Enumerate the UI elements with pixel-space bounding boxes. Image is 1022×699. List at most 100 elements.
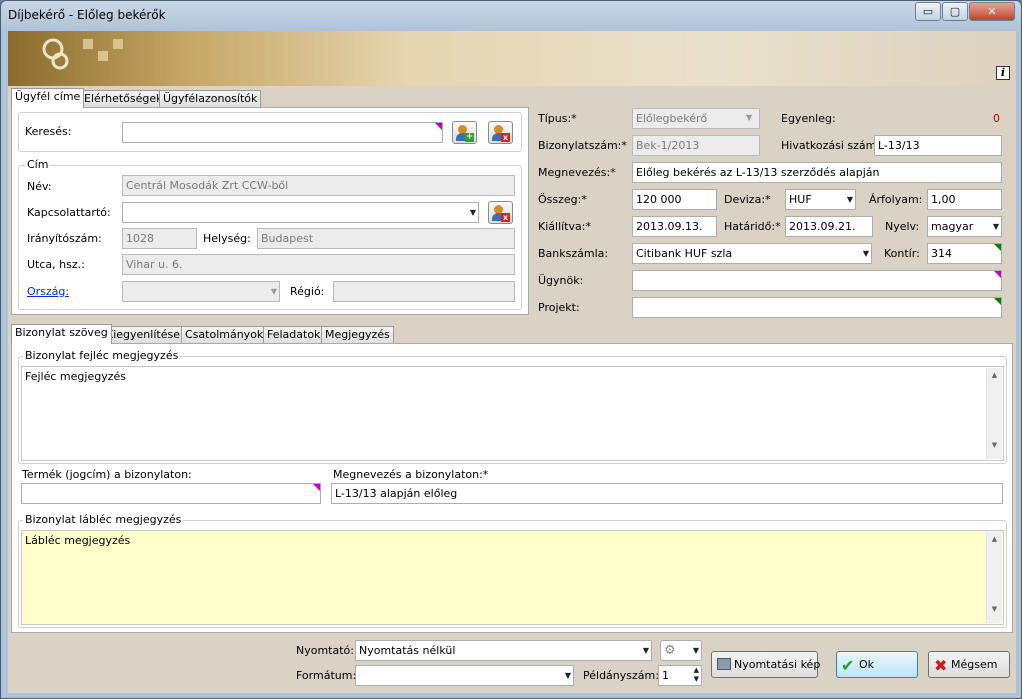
tab-contacts[interactable]: Elérhetőségek (80, 90, 167, 108)
add-client-button[interactable]: + (452, 121, 477, 144)
amount-label: Összeg:* (538, 193, 587, 206)
street-label: Utca, hsz.: (27, 258, 85, 271)
delete-icon: x (501, 133, 510, 142)
docno-field: Bek-1/2013 (632, 135, 760, 156)
client-area: i Ügyfél címe Elérhetőségek Ügyfélazonos… (8, 31, 1016, 693)
project-label: Projekt: (538, 301, 580, 314)
contact-label: Kapcsolattartó: (27, 206, 111, 219)
due-field[interactable]: 2013.09.21. (785, 216, 873, 237)
copies-stepper[interactable]: 1 ▲ ▼ (658, 665, 702, 686)
footer-note-text: Lábléc megjegyzés (25, 534, 131, 547)
print-preview-label: Nyomtatási kép (734, 658, 821, 671)
printer-select[interactable]: Nyomtatás nélkül ▼ (355, 640, 652, 661)
address-group-title: Cím (25, 158, 51, 171)
agent-label: Ügynök: (538, 274, 584, 287)
search-input[interactable] (122, 122, 443, 143)
bank-select[interactable]: Citibank HUF szla ▼ (632, 243, 872, 264)
printer-label: Nyomtató: (296, 644, 354, 657)
type-label: Típus:* (538, 112, 577, 125)
chevron-down-icon: ▼ (746, 113, 753, 122)
scrollbar[interactable]: ▲ ▼ (986, 368, 1002, 459)
close-button[interactable]: ✕ (969, 2, 1015, 21)
stepper-arrows-icon: ▲ ▼ (693, 666, 699, 683)
app-window: Díjbekérő - Előleg bekérők ▭ ▢ ✕ i Ügyfé… (0, 0, 1022, 699)
bank-value: Citibank HUF szla (636, 247, 733, 260)
tab-client-ids[interactable]: Ügyfélazonosítók (159, 90, 262, 108)
country-select: ▼ (122, 281, 280, 302)
issued-label: Kiállítva:* (538, 220, 591, 233)
banner-logo: i (8, 31, 1016, 86)
tab-payments[interactable]: Kiegyenlítések (102, 326, 191, 344)
docname-label: Megnevezés:* (538, 166, 616, 179)
tab-doc-text[interactable]: Bizonylat szöveg (11, 324, 112, 344)
scrollbar[interactable]: ▲ ▼ (986, 532, 1002, 623)
chevron-down-icon: ▼ (564, 671, 571, 680)
chevron-down-icon: ▼ (469, 208, 476, 217)
lang-value: magyar (931, 220, 974, 233)
tab-attachments[interactable]: Csatolmányok (181, 326, 268, 344)
remove-client-button[interactable]: x (488, 121, 513, 144)
zip-field: 1028 (122, 228, 197, 249)
chevron-down-icon: ▼ (862, 249, 869, 258)
rate-field[interactable]: 1,00 (927, 189, 1002, 210)
tab-client-address[interactable]: Ügyfél címe (11, 88, 85, 108)
agent-field[interactable] (632, 270, 1002, 291)
footer-note-textarea[interactable]: Lábléc megjegyzés ▲ ▼ (21, 530, 1004, 625)
docname-print-field[interactable]: L-13/13 alapján előleg (331, 483, 1003, 504)
chevron-down-icon: ▼ (846, 195, 853, 204)
header-note-text: Fejléc megjegyzés (25, 370, 126, 383)
docname-field[interactable]: Előleg bekérés az L-13/13 szerződés alap… (632, 162, 1002, 183)
header-note-title: Bizonylat fejléc megjegyzés (23, 349, 181, 362)
text-panel: Bizonylat fejléc megjegyzés Fejléc megje… (11, 343, 1013, 633)
tab-notes[interactable]: Megjegyzés (321, 326, 394, 344)
format-label: Formátum: (296, 669, 357, 682)
country-link[interactable]: Ország: (27, 285, 69, 299)
ok-button[interactable]: ✔ Ok (836, 651, 918, 678)
format-select[interactable]: ▼ (355, 665, 574, 686)
header-note-textarea[interactable]: Fejléc megjegyzés ▲ ▼ (21, 366, 1004, 461)
lang-select[interactable]: magyar ▼ (927, 216, 1002, 237)
amount-field[interactable]: 120 000 (632, 189, 717, 210)
cancel-button[interactable]: ✖ Mégsem (928, 651, 1010, 678)
cancel-icon: ✖ (934, 656, 948, 675)
product-field[interactable] (21, 483, 321, 504)
project-field[interactable] (632, 297, 1002, 318)
tab-tasks[interactable]: Feladatok (263, 326, 325, 344)
chevron-down-icon: ▼ (692, 646, 699, 655)
logo-pattern (42, 38, 123, 70)
type-select: Előlegbekérő (632, 108, 760, 129)
city-field: Budapest (257, 228, 515, 249)
print-preview-button[interactable]: Nyomtatási kép (711, 651, 821, 678)
bank-label: Bankszámla: (538, 247, 609, 260)
rate-label: Árfolyam: (869, 193, 923, 206)
ref-label: Hivatkozási szám: (781, 139, 881, 152)
check-icon: ✔ (841, 656, 855, 675)
currency-select[interactable]: HUF ▼ (785, 189, 856, 210)
lang-label: Nyelv: (885, 220, 920, 233)
plus-icon: + (465, 132, 474, 142)
due-label: Határidő:* (724, 220, 781, 233)
window-title: Díjbekérő - Előleg bekérők (8, 8, 166, 22)
chevron-down-icon: ▼ (270, 287, 277, 296)
printer-value: Nyomtatás nélkül (359, 644, 456, 657)
kontir-field[interactable]: 314 (927, 243, 1002, 264)
printer-icon (717, 658, 731, 670)
info-icon[interactable]: i (996, 66, 1010, 80)
zip-label: Irányítószám: (27, 232, 102, 245)
printer-settings-button[interactable]: ⚙ ▼ (660, 640, 702, 661)
street-field: Vihar u. 6. (122, 254, 515, 275)
client-panel: Keresés: + x Cím Név: Centrál Mosodák Zr… (11, 107, 529, 315)
issued-field[interactable]: 2013.09.13. (632, 216, 717, 237)
currency-value: HUF (789, 193, 812, 206)
remove-contact-button[interactable]: x (488, 201, 513, 224)
chevron-down-icon: ▼ (642, 646, 649, 655)
minimize-button[interactable]: ▭ (915, 2, 941, 21)
region-label: Régió: (290, 285, 325, 298)
city-label: Helység: (203, 232, 251, 245)
balance-value: 0 (993, 112, 1000, 125)
contact-select[interactable]: ▼ (122, 202, 479, 223)
currency-label: Deviza:* (724, 193, 771, 206)
maximize-button[interactable]: ▢ (942, 2, 968, 21)
cancel-label: Mégsem (951, 658, 998, 671)
ref-field[interactable]: L-13/13 (874, 135, 1002, 156)
